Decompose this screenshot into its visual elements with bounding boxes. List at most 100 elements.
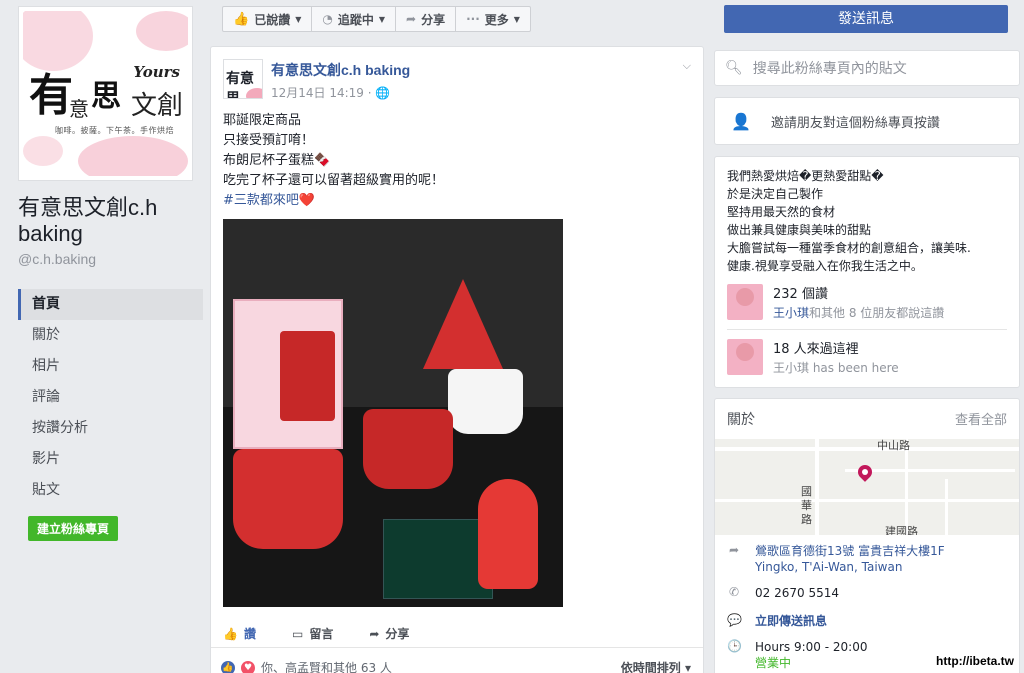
about-card: 關於 查看全部 中山路 國 華 路 建國路 ➦ 鶯歌區育德街13號 富貴吉祥大樓… — [714, 398, 1020, 673]
see-all-link[interactable]: 查看全部 — [955, 409, 1007, 429]
nav-item-posts[interactable]: 貼文 — [18, 475, 203, 506]
share-page-button[interactable]: ➦ 分享 — [396, 7, 457, 31]
add-friend-icon: 👤 — [731, 111, 751, 131]
map-road-label: 中山路 — [877, 439, 910, 452]
thumbs-up-icon: 👍 — [223, 626, 238, 641]
nav-item-photos[interactable]: 相片 — [18, 351, 203, 382]
following-button[interactable]: ◔ 追蹤中 ▼ — [312, 7, 397, 31]
hours-text: Hours 9:00 - 20:00 — [755, 640, 868, 654]
page-logo: Yours 有 意 思 文創 咖啡。披薩。下午茶。手作烘焙 — [23, 11, 188, 176]
post-body: 耶誕限定商品 只接受預訂唷！ 布朗尼杯子蛋糕🍫 吃完了杯子還可以留著超級實用的呢… — [223, 111, 444, 211]
map-pin-icon — [855, 462, 875, 482]
logo-yours-text: Yours — [133, 63, 180, 81]
search-icon: 🔍︎ — [725, 60, 743, 76]
nav-item-reviews[interactable]: 評論 — [18, 382, 203, 413]
post-photo[interactable] — [223, 219, 563, 607]
address-line-1[interactable]: 鶯歌區育德街13號 富貴吉祥大樓1F — [755, 543, 945, 559]
friend-avatar — [727, 284, 763, 320]
reactions-text: 你、高孟賢和其他 63 人 — [261, 661, 392, 673]
post-card: 有意思 有意思文創c.h baking 12月14日 14:19 · 🌐 ⌵ 耶… — [210, 46, 704, 673]
post-timestamp[interactable]: 12月14日 14:19 · 🌐 — [271, 84, 410, 101]
visits-detail: 王小琪 has been here — [773, 361, 899, 375]
search-posts-box[interactable]: 🔍︎ 搜尋此粉絲專頁內的貼文 — [714, 50, 1020, 86]
map-road-label: 路 — [801, 513, 812, 526]
share-label: 分享 — [421, 12, 446, 27]
more-button[interactable]: ··· 更多 ▼ — [456, 7, 530, 31]
nav-item-insights[interactable]: 按讚分析 — [18, 413, 203, 444]
like-button[interactable]: 👍 讚 — [223, 625, 256, 642]
chevron-down-icon: ▼ — [295, 14, 302, 24]
post-action-row: 👍 讚 ▭ 留言 ➦ 分享 — [223, 625, 409, 642]
nav-item-home[interactable]: 首頁 — [18, 289, 203, 320]
invite-friends-box[interactable]: 👤 邀請朋友對這個粉絲專頁按讚 — [714, 97, 1020, 145]
post-options-chevron-icon[interactable]: ⌵ — [683, 59, 691, 73]
create-page-button[interactable]: 建立粉絲專頁 — [28, 516, 119, 541]
watermark: http://ibeta.tw — [932, 653, 1018, 669]
reactions-summary[interactable]: 👍 ♥ 你、高孟賢和其他 63 人 — [221, 659, 392, 673]
address-row[interactable]: ➦ 鶯歌區育德街13號 富貴吉祥大樓1F Yingko, T'Ai-Wan, T… — [727, 543, 945, 575]
globe-icon: 🌐 — [375, 86, 391, 100]
message-row[interactable]: 💬 立即傳送訊息 — [727, 613, 827, 629]
likes-count: 232 個讚 — [773, 287, 828, 302]
post-line: 吃完了杯子還可以留著超級實用的呢！ — [223, 173, 445, 188]
messenger-icon: 💬 — [727, 613, 742, 627]
comment-sort-dropdown[interactable]: 依時間排列 ▾ — [621, 659, 691, 673]
logo-char-4: 文創 — [131, 91, 184, 121]
more-label: 更多 — [484, 12, 509, 27]
phone-row: ✆ 02 2670 5514 — [727, 585, 839, 601]
phone-icon: ✆ — [728, 585, 740, 599]
liked-button[interactable]: 👍 已說讚 ▼ — [223, 7, 313, 31]
like-reaction-icon: 👍 — [221, 660, 235, 673]
page-handle[interactable]: @c.h.baking — [18, 251, 203, 267]
post-author-link[interactable]: 有意思文創c.h baking — [271, 60, 410, 80]
logo-char-3: 思 — [91, 79, 121, 114]
page-action-bar: 👍 已說讚 ▼ ◔ 追蹤中 ▼ ➦ 分享 ··· 更多 ▼ — [222, 6, 531, 32]
address-line-2[interactable]: Yingko, T'Ai-Wan, Taiwan — [755, 559, 945, 575]
share-arrow-icon: ➦ — [406, 12, 417, 26]
post-header: 有意思 有意思文創c.h baking 12月14日 14:19 · 🌐 — [223, 59, 410, 101]
search-input[interactable]: 搜尋此粉絲專頁內的貼文 — [753, 58, 907, 78]
post-line: 只接受預訂唷！ — [223, 133, 315, 148]
logo-char-1: 有 — [29, 70, 73, 121]
post-line: 耶誕限定商品 — [223, 113, 302, 128]
nav-item-about[interactable]: 關於 — [18, 320, 203, 351]
logo-char-2: 意 — [69, 97, 89, 121]
map-road-label: 建國路 — [885, 525, 918, 535]
send-message-button[interactable]: 發送訊息 — [724, 5, 1008, 33]
phone-number: 02 2670 5514 — [755, 586, 839, 600]
invite-friends-text[interactable]: 邀請朋友對這個粉絲專頁按讚 — [771, 112, 940, 131]
hours-row[interactable]: 🕒 Hours 9:00 - 20:00 營業中 — [727, 639, 867, 671]
comment-icon: ▭ — [291, 626, 304, 641]
about-title: 關於 — [727, 412, 755, 428]
share-arrow-icon: ➦ — [369, 626, 380, 641]
location-map[interactable]: 中山路 國 華 路 建國路 — [715, 439, 1019, 535]
post-author-avatar[interactable]: 有意思 — [223, 59, 263, 99]
chevron-down-icon: ▼ — [378, 14, 386, 24]
likes-stat[interactable]: 232 個讚 王小琪和其他 8 位朋友都說這讚 — [727, 275, 1007, 321]
thumbs-up-icon: 👍 — [233, 11, 250, 27]
friend-name-link[interactable]: 王小琪 — [773, 306, 809, 320]
visits-stat[interactable]: 18 人來過這裡 王小琪 has been here — [727, 330, 1007, 376]
page-nav: 首頁 關於 相片 評論 按讚分析 影片 貼文 — [18, 289, 203, 506]
friend-avatar — [727, 339, 763, 375]
post-hashtag[interactable]: #三款都來吧❤️ — [223, 191, 444, 211]
nav-item-videos[interactable]: 影片 — [18, 444, 203, 475]
visits-count: 18 人來過這裡 — [773, 342, 859, 357]
about-description: 我們熱愛烘焙�更熱愛甜點� 於是決定自己製作 堅持用最天然的食材 做出兼具健康與… — [727, 169, 971, 273]
comment-button[interactable]: ▭ 留言 — [292, 625, 333, 642]
directions-arrow-icon: ➦ — [728, 543, 740, 557]
page-name[interactable]: 有意思文創c.h baking — [18, 195, 203, 247]
left-column: Yours 有 意 思 文創 咖啡。披薩。下午茶。手作烘焙 有意思文創c.h b… — [18, 6, 203, 541]
liked-label: 已說讚 — [254, 12, 291, 27]
rss-icon: ◔ — [322, 12, 333, 26]
love-reaction-icon: ♥ — [241, 660, 255, 673]
logo-tagline: 咖啡。披薩。下午茶。手作烘焙 — [55, 126, 174, 135]
send-message-link[interactable]: 立即傳送訊息 — [755, 613, 827, 629]
following-label: 追蹤中 — [337, 12, 374, 27]
open-now-status: 營業中 — [755, 656, 792, 670]
share-button[interactable]: ➦ 分享 — [369, 625, 409, 642]
profile-picture[interactable]: Yours 有 意 思 文創 咖啡。披薩。下午茶。手作烘焙 — [18, 6, 193, 181]
more-dots-icon: ··· — [466, 12, 480, 26]
clock-icon: 🕒 — [727, 639, 742, 653]
chevron-down-icon: ▼ — [513, 14, 520, 24]
